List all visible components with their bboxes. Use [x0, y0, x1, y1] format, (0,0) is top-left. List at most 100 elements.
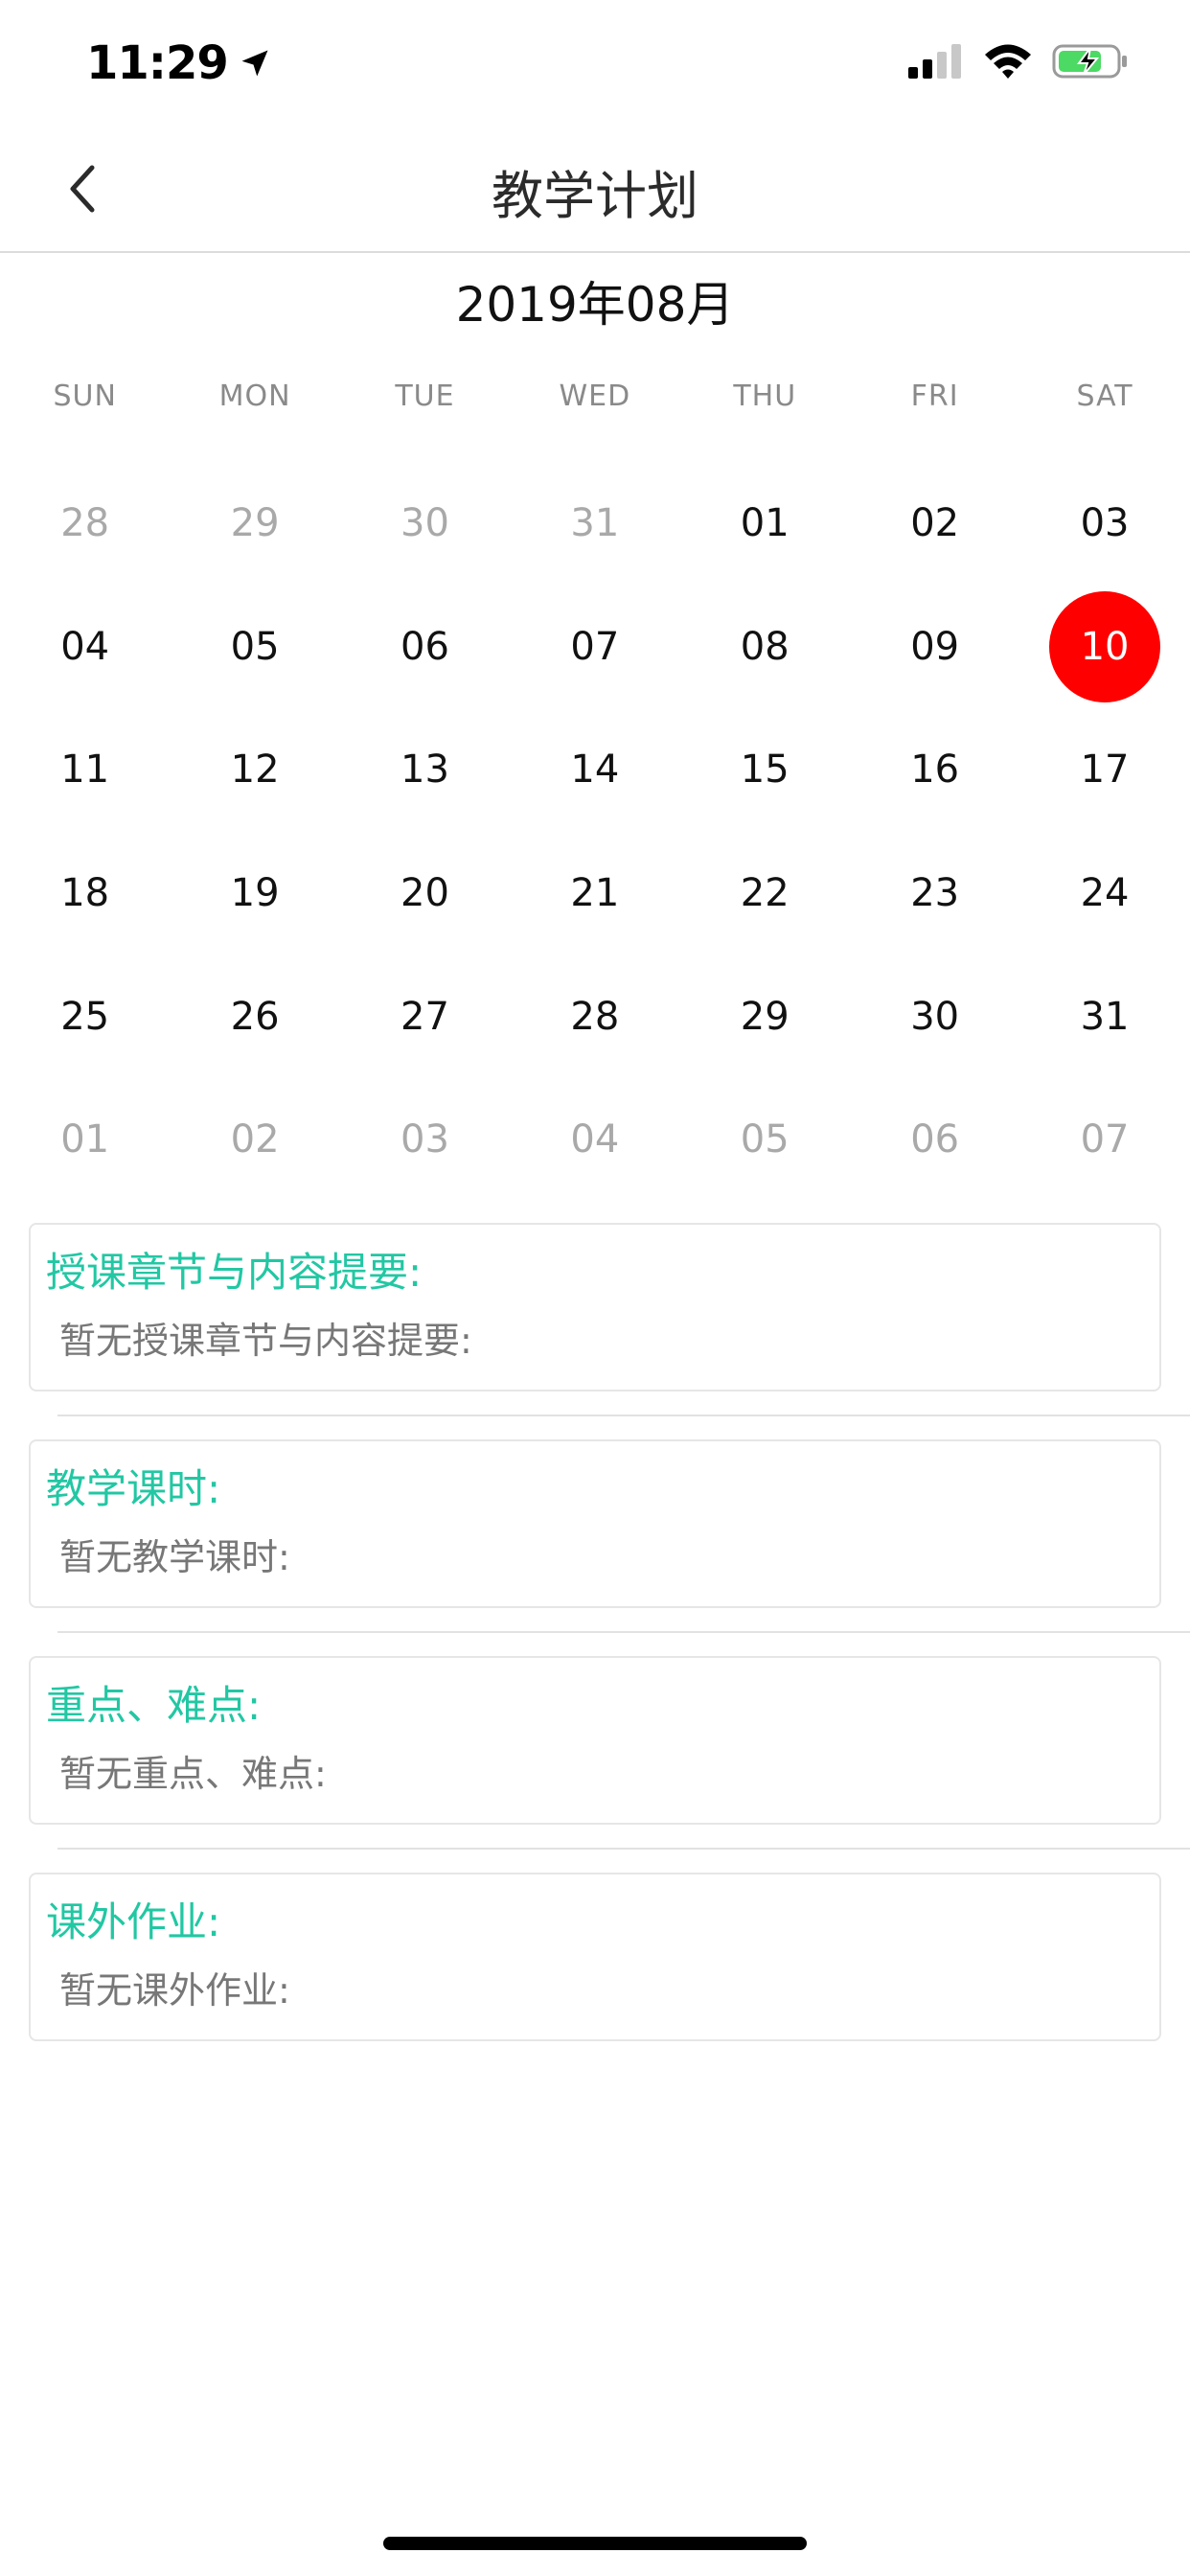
calendar-day-number: 06: [400, 624, 449, 669]
calendar-day[interactable]: 25: [0, 954, 170, 1078]
calendar-day-number: 07: [1080, 1117, 1130, 1162]
calendar-day[interactable]: 05: [170, 586, 339, 709]
calendar-day[interactable]: 07: [510, 586, 679, 709]
calendar-day[interactable]: 16: [850, 708, 1019, 832]
weekday-label: SAT: [1076, 380, 1133, 413]
calendar-day-number: 23: [910, 871, 960, 916]
calendar-day[interactable]: 21: [510, 832, 679, 955]
calendar-day-number: 03: [400, 1117, 449, 1162]
calendar-day-number: 04: [60, 624, 110, 669]
calendar-day[interactable]: 29: [170, 462, 339, 586]
calendar-day-number: 31: [1080, 994, 1130, 1039]
calendar-day-number: 03: [1080, 501, 1130, 546]
plan-card: 课外作业: 暂无课外作业:: [29, 1873, 1161, 2041]
calendar-day-number: 05: [740, 1117, 790, 1162]
plan-card: 教学课时: 暂无教学课时:: [29, 1439, 1161, 1608]
status-time: 11:29: [86, 36, 272, 90]
calendar-day[interactable]: 02: [170, 1078, 339, 1202]
calendar-day-number: 24: [1080, 871, 1130, 916]
calendar-week-row: 25 26 27 28 29 30 31: [0, 954, 1190, 1078]
calendar-day-selected: 10: [1049, 590, 1161, 702]
calendar-day[interactable]: 02: [850, 462, 1019, 586]
calendar-day[interactable]: 04: [0, 586, 170, 709]
plan-cards: 授课章节与内容提要: 暂无授课章节与内容提要: 教学课时: 暂无教学课时: 重点、难点:…: [29, 1223, 1190, 2041]
plan-card-title: 重点、难点:: [46, 1682, 262, 1729]
calendar-week-row: 18 19 20 21 22 23 24: [0, 832, 1190, 955]
calendar-day[interactable]: 18: [0, 832, 170, 955]
calendar-day[interactable]: 12: [170, 708, 339, 832]
card-divider: [57, 1848, 1190, 1850]
calendar-day-number: 08: [740, 624, 790, 669]
calendar-day[interactable]: 14: [510, 708, 679, 832]
calendar-day-number: 21: [570, 871, 620, 916]
weekday-label: THU: [733, 380, 797, 413]
calendar-day[interactable]: 31: [1019, 954, 1189, 1078]
calendar-day[interactable]: 28: [0, 462, 170, 586]
calendar-day[interactable]: 03: [340, 1078, 510, 1202]
calendar-day[interactable]: 01: [0, 1078, 170, 1202]
calendar-day[interactable]: 15: [680, 708, 850, 832]
calendar-day-number: 29: [740, 994, 790, 1039]
battery-charging-icon: [1052, 44, 1127, 79]
calendar-day-number: 06: [910, 1117, 960, 1162]
calendar-day-number: 19: [230, 871, 280, 916]
plan-card: 重点、难点: 暂无重点、难点:: [29, 1656, 1161, 1825]
page-title: 教学计划: [492, 166, 698, 226]
calendar-day[interactable]: 31: [510, 462, 679, 586]
calendar-day[interactable]: 27: [340, 954, 510, 1078]
weekday-label: WED: [559, 380, 631, 413]
calendar-day-number: 29: [230, 501, 280, 546]
calendar-day[interactable]: 01: [680, 462, 850, 586]
location-arrow-icon: [241, 50, 268, 77]
calendar-day[interactable]: 06: [850, 1078, 1019, 1202]
calendar-day-number: 01: [740, 501, 790, 546]
calendar-day-number: 13: [400, 748, 449, 793]
calendar-day[interactable]: 26: [170, 954, 339, 1078]
calendar-day-number: 27: [400, 994, 449, 1039]
calendar-day-number: 12: [230, 748, 280, 793]
calendar-day[interactable]: 30: [850, 954, 1019, 1078]
plan-card-title: 课外作业:: [46, 1898, 221, 1945]
calendar-day-number: 30: [910, 994, 960, 1039]
wifi-icon: [985, 44, 1031, 79]
calendar-day[interactable]: 03: [1019, 462, 1189, 586]
plan-card: 授课章节与内容提要: 暂无授课章节与内容提要:: [29, 1223, 1161, 1392]
calendar-day[interactable]: 08: [680, 586, 850, 709]
home-indicator[interactable]: [383, 2537, 807, 2550]
calendar-day[interactable]: 05: [680, 1078, 850, 1202]
weekday-label: FRI: [910, 380, 959, 413]
signal-icon: [908, 44, 961, 79]
calendar-day-number: 28: [570, 994, 620, 1039]
status-icons: [908, 42, 1129, 80]
status-time-text: 11:29: [86, 36, 229, 90]
calendar-day[interactable]: 23: [850, 832, 1019, 955]
weekday-header: SUN MON TUE WED THU FRI SAT: [0, 380, 1190, 413]
calendar-day[interactable]: 20: [340, 832, 510, 955]
calendar-day[interactable]: 04: [510, 1078, 679, 1202]
calendar-day-number: 30: [400, 501, 449, 546]
calendar-day[interactable]: 07: [1019, 1078, 1189, 1202]
weekday-label: SUN: [53, 380, 117, 413]
weekday-label: TUE: [395, 380, 455, 413]
plan-card-content: 暂无教学课时:: [59, 1536, 290, 1578]
calendar-day[interactable]: 10: [1019, 586, 1189, 709]
calendar-day[interactable]: 24: [1019, 832, 1189, 955]
calendar-day[interactable]: 19: [170, 832, 339, 955]
calendar-day[interactable]: 13: [340, 708, 510, 832]
calendar-grid: 28 29 30 31 01 02 03 04 05 06 07 08 09 10 11 12 13 14 15 16…: [0, 462, 1190, 1202]
calendar-day[interactable]: 22: [680, 832, 850, 955]
calendar-day-number: 16: [910, 748, 960, 793]
calendar-day-number: 31: [570, 501, 620, 546]
calendar-day[interactable]: 06: [340, 586, 510, 709]
calendar-day-number: 17: [1080, 748, 1130, 793]
calendar-day[interactable]: 17: [1019, 708, 1189, 832]
calendar-day[interactable]: 11: [0, 708, 170, 832]
calendar-day-number: 22: [740, 871, 790, 916]
calendar-day[interactable]: 28: [510, 954, 679, 1078]
card-divider: [57, 1414, 1190, 1416]
calendar-day[interactable]: 09: [850, 586, 1019, 709]
calendar-day[interactable]: 29: [680, 954, 850, 1078]
calendar-day[interactable]: 30: [340, 462, 510, 586]
calendar-day-number: 02: [230, 1117, 280, 1162]
plan-card-content: 暂无重点、难点:: [59, 1753, 327, 1795]
